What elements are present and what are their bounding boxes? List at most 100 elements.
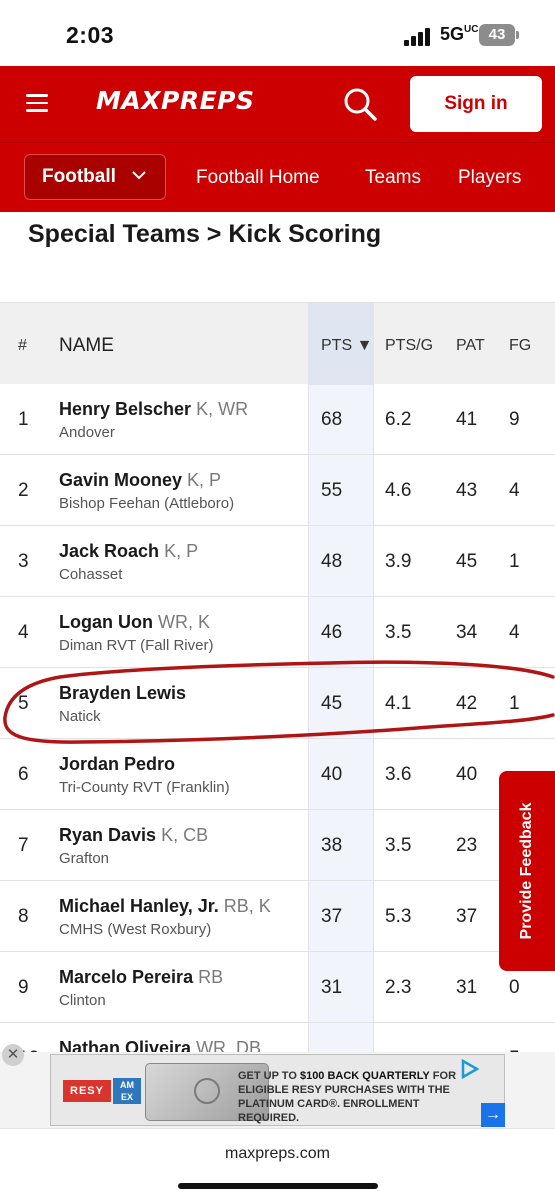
row-rank: 2 (18, 480, 29, 501)
col-fg[interactable]: FG (509, 337, 531, 355)
player-school[interactable]: Cohasset (59, 566, 122, 583)
cell-pts: 55 (321, 480, 343, 501)
nav-football-home[interactable]: Football Home (196, 167, 320, 189)
player-school[interactable]: Grafton (59, 850, 109, 867)
ad-banner[interactable]: RESY AM EX GET UP TO $100 BACK QUARTERLY… (50, 1054, 505, 1127)
cell-ptsg: 3.9 (385, 551, 412, 572)
chevron-down-icon (132, 171, 146, 180)
player-name-link[interactable]: Gavin Mooney K, P (59, 470, 221, 491)
table-row[interactable]: 1 Henry Belscher K, WR Andover 68 6.2 41 9 (0, 384, 555, 455)
cell-pat: 34 (456, 622, 478, 643)
battery-icon: 43 (479, 24, 519, 46)
row-rank: 1 (18, 409, 29, 430)
nav-players[interactable]: Players (458, 167, 521, 189)
cell-ptsg: 6.2 (385, 409, 412, 430)
player-position: RB (198, 967, 224, 987)
row-rank: 8 (18, 906, 29, 927)
cell-pts: 45 (321, 693, 343, 714)
player-school[interactable]: Clinton (59, 992, 106, 1009)
cell-pts: 46 (321, 622, 343, 643)
player-name-link[interactable]: Logan Uon WR, K (59, 612, 210, 633)
player-position: K, CB (161, 825, 209, 845)
table-header: # NAME PTS ▼ PTS/G PAT FG (0, 302, 555, 385)
col-pat[interactable]: PAT (456, 337, 485, 355)
player-name-link[interactable]: Jordan Pedro (59, 754, 175, 775)
player-name-link[interactable]: Henry Belscher K, WR (59, 399, 248, 420)
cell-pat: 23 (456, 835, 478, 856)
resy-logo: RESY (63, 1080, 111, 1102)
arrow-right-icon[interactable]: → (481, 1103, 505, 1127)
adchoices-icon[interactable] (459, 1059, 481, 1079)
table-row[interactable]: 2 Gavin Mooney K, P Bishop Feehan (Attlebo… (0, 455, 555, 526)
close-ad-icon[interactable]: ✕ (2, 1044, 24, 1066)
provide-feedback-tab[interactable]: Provide Feedback (499, 771, 555, 971)
player-name-link[interactable]: Ryan Davis K, CB (59, 825, 208, 846)
table-row[interactable]: 6 Jordan Pedro Tri-County RVT (Franklin) 4… (0, 739, 555, 810)
table-row[interactable]: 4 Logan Uon WR, K Diman RVT (Fall River) 46… (0, 597, 555, 668)
cell-pat: 45 (456, 551, 478, 572)
cell-ptsg: 4.1 (385, 693, 412, 714)
network-label: 5GUC (440, 24, 479, 44)
player-name: Brayden Lewis (59, 683, 187, 703)
cell-pts: 68 (321, 409, 343, 430)
cell-ptsg: 3.6 (385, 764, 412, 785)
sign-in-button[interactable]: Sign in (410, 76, 542, 132)
col-pts[interactable]: PTS ▼ (321, 337, 372, 355)
sport-dropdown[interactable]: Football (24, 154, 166, 200)
cell-pat: 40 (456, 764, 478, 785)
player-name-link[interactable]: Michael Hanley, Jr. RB, K (59, 896, 271, 917)
table-row[interactable]: 8 Michael Hanley, Jr. RB, K CMHS (West Rox… (0, 881, 555, 952)
player-name: Michael Hanley, Jr. (59, 896, 219, 916)
sport-dropdown-label: Football (42, 166, 116, 187)
player-school[interactable]: Diman RVT (Fall River) (59, 637, 213, 654)
cell-fg: 1 (509, 693, 520, 714)
cell-pts: 38 (321, 835, 343, 856)
cell-fg: 0 (509, 977, 520, 998)
ad-copy: GET UP TO $100 BACK QUARTERLY FOR ELIGIB… (238, 1070, 457, 1124)
player-name: Gavin Mooney (59, 470, 183, 490)
player-name: Jack Roach (59, 541, 160, 561)
row-rank: 7 (18, 835, 29, 856)
status-time: 2:03 (66, 22, 115, 48)
player-name: Logan Uon (59, 612, 153, 632)
player-name-link[interactable]: Marcelo Pereira RB (59, 967, 223, 988)
cell-pat: 31 (456, 977, 478, 998)
player-school[interactable]: CMHS (West Roxbury) (59, 921, 211, 938)
player-school[interactable]: Natick (59, 708, 101, 725)
table-row[interactable]: 9 Marcelo Pereira RB Clinton 31 2.3 31 0 (0, 952, 555, 1023)
maxpreps-logo[interactable]: MAXPREPS (96, 86, 254, 115)
feedback-label: Provide Feedback (518, 802, 535, 940)
table-row[interactable]: 7 Ryan Davis K, CB Grafton 38 3.5 23 (0, 810, 555, 881)
browser-url-bar[interactable]: maxpreps.com (0, 1128, 555, 1200)
player-name: Jordan Pedro (59, 754, 176, 774)
row-rank: 4 (18, 622, 29, 643)
table-row[interactable]: 3 Jack Roach K, P Cohasset 48 3.9 45 1 (0, 526, 555, 597)
page-title: Special Teams > Kick Scoring (28, 220, 382, 248)
player-school[interactable]: Bishop Feehan (Attleboro) (59, 495, 234, 512)
cell-pat: 37 (456, 906, 478, 927)
cell-fg: 9 (509, 409, 520, 430)
cell-pat: 41 (456, 409, 478, 430)
menu-icon[interactable] (26, 94, 48, 112)
player-name-link[interactable]: Jack Roach K, P (59, 541, 198, 562)
cell-pts: 48 (321, 551, 343, 572)
player-school[interactable]: Andover (59, 424, 115, 441)
cell-pat: 43 (456, 480, 478, 501)
cell-fg: 1 (509, 551, 520, 572)
search-icon[interactable] (340, 84, 380, 124)
cell-fg: 4 (509, 622, 520, 643)
cell-pat: 42 (456, 693, 478, 714)
col-name[interactable]: NAME (59, 335, 114, 357)
cell-ptsg: 5.3 (385, 906, 412, 927)
row-rank: 9 (18, 977, 29, 998)
row-rank: 5 (18, 693, 29, 714)
player-name-link[interactable]: Brayden Lewis (59, 683, 186, 704)
row-rank: 3 (18, 551, 29, 572)
table-row[interactable]: 5 Brayden Lewis Natick 45 4.1 42 1 (0, 668, 555, 739)
home-indicator[interactable] (178, 1183, 378, 1189)
ad-banner-container: ✕ RESY AM EX GET UP TO $100 BACK QUARTER… (0, 1044, 555, 1128)
player-name: Henry Belscher (59, 399, 192, 419)
player-school[interactable]: Tri-County RVT (Franklin) (59, 779, 230, 796)
col-ptsg[interactable]: PTS/G (385, 337, 433, 355)
nav-teams[interactable]: Teams (365, 167, 421, 189)
